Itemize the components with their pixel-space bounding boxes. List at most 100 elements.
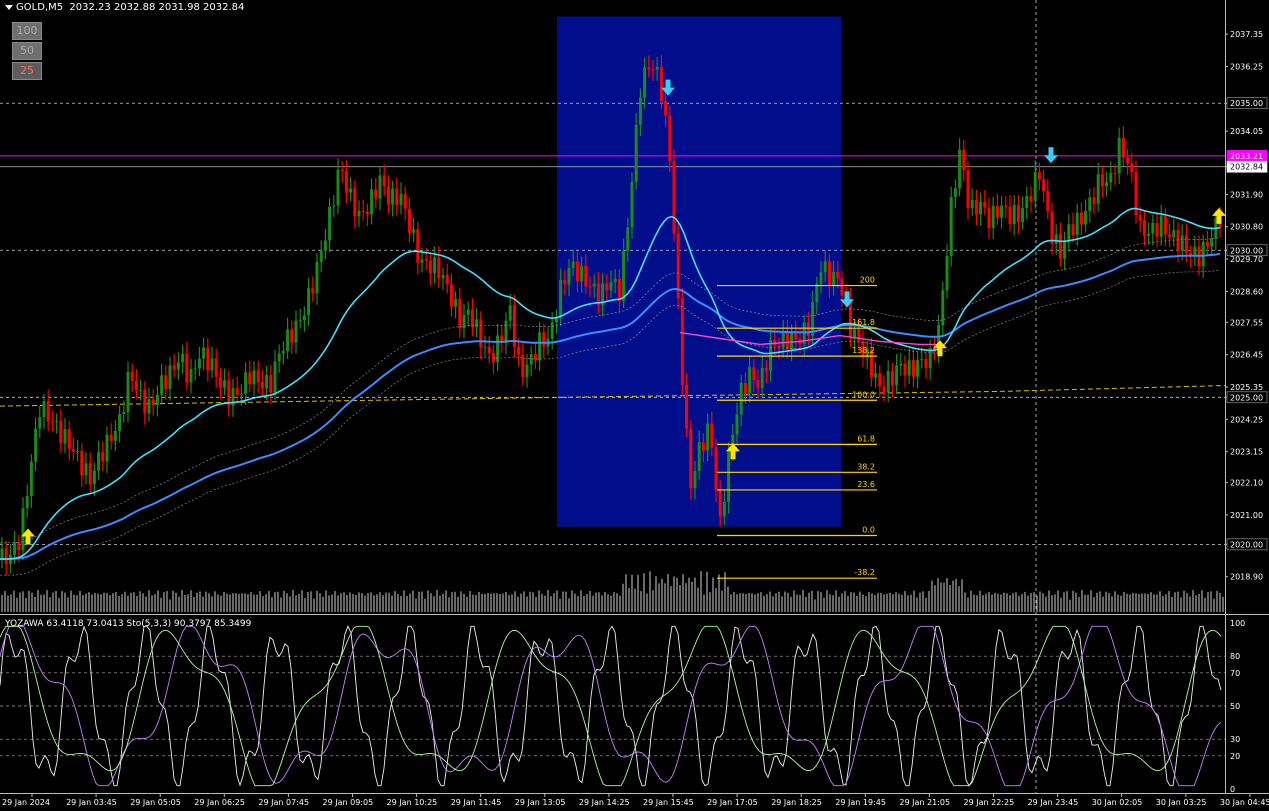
trading-chart[interactable]: 200161.8138.2100.061.838.223.60.0-38.220… bbox=[0, 0, 1269, 811]
price-highlight-label: 2030.00 bbox=[1230, 246, 1263, 255]
price-bar-body bbox=[17, 542, 21, 551]
time-axis: 29 Jan 2024 29 Jan 03:45 29 Jan 05:05 29 Ja… bbox=[2, 793, 1269, 807]
price-bar-body bbox=[626, 227, 630, 251]
price-bar-body bbox=[151, 399, 155, 406]
price-bar-body bbox=[643, 67, 647, 98]
price-bar-body bbox=[1054, 234, 1058, 244]
price-bar-body bbox=[777, 345, 781, 348]
price-bar-body bbox=[420, 259, 424, 263]
price-bar-body bbox=[974, 199, 978, 215]
price-bar-body bbox=[714, 447, 718, 491]
zoom-50-button[interactable]: 50 bbox=[12, 42, 42, 60]
price-bar-body bbox=[218, 376, 222, 388]
price-bar-body bbox=[147, 399, 151, 414]
price-bar-body bbox=[508, 305, 512, 321]
price-tick-label: 2021.00 bbox=[1230, 511, 1263, 520]
price-bar-body bbox=[924, 359, 928, 369]
price-bar-body bbox=[953, 188, 957, 197]
price-bar-body bbox=[399, 193, 403, 206]
price-axis: 2037.35 2036.25 2035.00 2034.05 2032.84 2031.… bbox=[1225, 30, 1268, 582]
price-bar-body bbox=[806, 322, 810, 337]
price-bar-body bbox=[529, 354, 533, 365]
price-bar-body bbox=[983, 201, 987, 208]
symbol-dropdown-icon[interactable] bbox=[5, 4, 13, 10]
time-tick-label: 30 Jan 04:45 bbox=[1220, 798, 1269, 807]
price-bar-body bbox=[722, 502, 726, 517]
price-bar-body bbox=[298, 320, 302, 322]
price-bar-body bbox=[155, 394, 159, 406]
price-bar-body bbox=[365, 211, 369, 215]
price-bar-body bbox=[748, 367, 752, 394]
price-bar-body bbox=[1121, 137, 1125, 158]
price-bar-body bbox=[554, 318, 558, 323]
price-bar-body bbox=[1163, 216, 1167, 235]
price-bar-body bbox=[445, 275, 449, 285]
price-bar-body bbox=[122, 412, 126, 414]
price-bar-body bbox=[118, 413, 122, 431]
price-bar-body bbox=[59, 421, 63, 444]
zoom-100-button[interactable]: 100 bbox=[12, 22, 42, 40]
price-bar-body bbox=[344, 171, 348, 193]
chart-header: GOLD,M5 2032.23 2032.88 2031.98 2032.84 bbox=[5, 2, 244, 13]
price-bar-body bbox=[1071, 224, 1075, 235]
price-bar-body bbox=[571, 261, 575, 268]
time-tick-label: 29 Jan 14:25 bbox=[579, 798, 630, 807]
price-bar-body bbox=[979, 201, 983, 215]
price-bar-body bbox=[836, 271, 840, 279]
price-bar-body bbox=[4, 548, 8, 564]
price-bar-body bbox=[252, 370, 256, 385]
price-bar-body bbox=[332, 205, 336, 207]
price-tick-label: 2022.10 bbox=[1230, 479, 1263, 488]
fib-label: -38.2 bbox=[854, 568, 875, 577]
price-bar-body bbox=[84, 463, 88, 476]
price-bar-body bbox=[176, 362, 180, 370]
price-bar-body bbox=[210, 358, 214, 371]
price-bar-body bbox=[685, 384, 689, 430]
price-bar-body bbox=[1063, 240, 1067, 259]
price-bar-body bbox=[437, 257, 441, 279]
price-bar-body bbox=[890, 371, 894, 386]
zoom-25-button[interactable]: 25 bbox=[12, 62, 42, 80]
price-bar-body bbox=[655, 66, 659, 70]
price-bar-body bbox=[815, 283, 819, 303]
price-bar-body bbox=[475, 319, 479, 328]
price-bar-body bbox=[706, 423, 710, 451]
price-bar-body bbox=[1176, 230, 1180, 251]
time-tick-label: 29 Jan 10:25 bbox=[387, 798, 438, 807]
price-bar-body bbox=[1201, 242, 1205, 267]
price-bar-body bbox=[38, 417, 42, 429]
price-bar-body bbox=[1113, 172, 1117, 174]
price-bar-body bbox=[449, 284, 453, 307]
price-bar-body bbox=[319, 250, 323, 262]
price-bar-body bbox=[189, 369, 193, 383]
time-tick-label: 29 Jan 13:05 bbox=[515, 798, 566, 807]
price-highlight-label: 2020.00 bbox=[1230, 540, 1263, 549]
price-highlight-label: 2035.00 bbox=[1230, 99, 1263, 108]
price-bar-body bbox=[832, 271, 836, 286]
price-bar-body bbox=[609, 282, 613, 291]
price-bar-body bbox=[525, 364, 529, 378]
price-bar-body bbox=[1084, 211, 1088, 225]
symbol-label: GOLD,M5 bbox=[16, 2, 64, 13]
price-bar-body bbox=[504, 320, 508, 343]
price-bar-body bbox=[80, 450, 84, 476]
price-bar-body bbox=[466, 309, 470, 315]
price-bar-body bbox=[1096, 174, 1100, 204]
time-tick-label: 29 Jan 15:45 bbox=[643, 798, 694, 807]
price-bar-body bbox=[592, 283, 596, 287]
price-bar-body bbox=[1210, 238, 1214, 247]
price-bar-body bbox=[441, 275, 445, 279]
price-bar-body bbox=[622, 250, 626, 301]
time-tick-label: 29 Jan 19:45 bbox=[835, 798, 886, 807]
price-bar-body bbox=[739, 382, 743, 415]
price-tick-label: 2034.05 bbox=[1230, 127, 1263, 136]
price-bar-body bbox=[302, 315, 306, 321]
price-bar-body bbox=[382, 175, 386, 187]
price-bar-body bbox=[693, 471, 697, 489]
price-tick-label: 2024.25 bbox=[1230, 415, 1263, 424]
price-bar-body bbox=[827, 261, 831, 286]
price-bar-body bbox=[223, 380, 227, 388]
price-bar-body bbox=[920, 359, 924, 361]
price-bar-body bbox=[638, 97, 642, 125]
oscillator-subwindow: 100 80 70 50 30 20 0 bbox=[0, 619, 1245, 794]
